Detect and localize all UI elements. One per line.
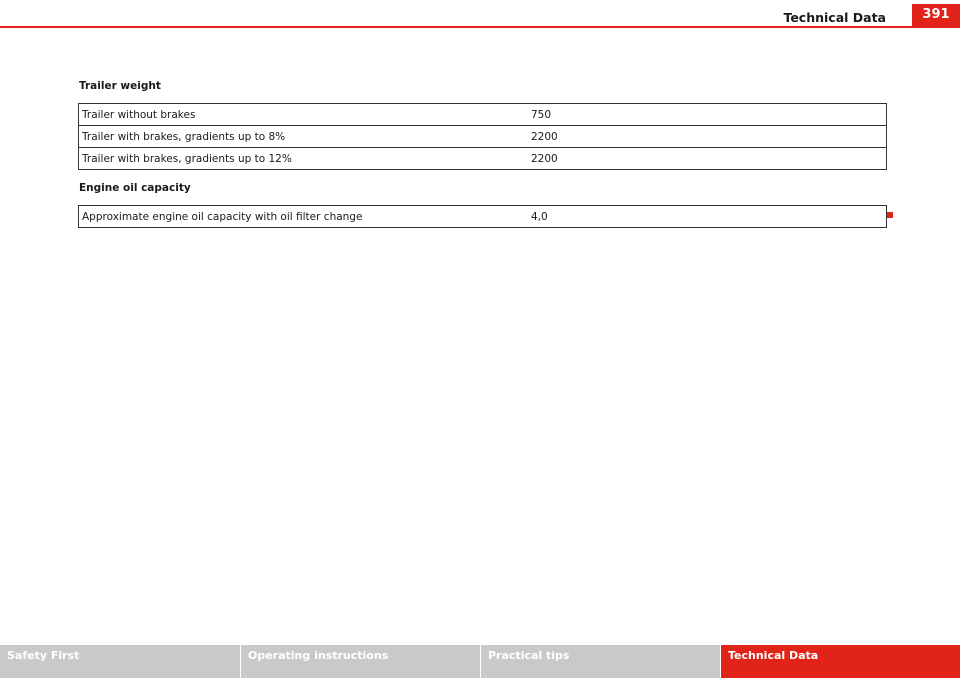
row-label: Approximate engine oil capacity with oil…: [78, 205, 527, 228]
section-end-marker: [887, 212, 893, 218]
page-header: Technical Data 391: [0, 0, 960, 28]
row-value: 4,0: [527, 205, 887, 228]
trailer-weight-table: Trailer without brakes 750 Trailer with …: [78, 103, 887, 170]
footer-tab-safety-first[interactable]: Safety First: [0, 645, 241, 678]
table-row: Approximate engine oil capacity with oil…: [78, 205, 887, 228]
engine-oil-table: Approximate engine oil capacity with oil…: [78, 205, 887, 228]
section-heading-engine-oil: Engine oil capacity: [79, 182, 191, 194]
page-number: 391: [912, 4, 960, 26]
footer-tab-practical-tips[interactable]: Practical tips: [481, 645, 721, 678]
table-row: Trailer with brakes, gradients up to 12%…: [78, 147, 887, 170]
chapter-title: Technical Data: [783, 10, 886, 25]
footer-tab-technical-data[interactable]: Technical Data: [721, 645, 960, 678]
row-label: Trailer with brakes, gradients up to 12%: [78, 147, 527, 170]
section-heading-trailer-weight: Trailer weight: [79, 80, 161, 92]
row-value: 2200: [527, 125, 887, 148]
row-value: 750: [527, 103, 887, 126]
row-label: Trailer with brakes, gradients up to 8%: [78, 125, 527, 148]
row-value: 2200: [527, 147, 887, 170]
footer-tab-operating-instructions[interactable]: Operating instructions: [241, 645, 481, 678]
table-row: Trailer without brakes 750: [78, 103, 887, 126]
row-label: Trailer without brakes: [78, 103, 527, 126]
table-row: Trailer with brakes, gradients up to 8% …: [78, 125, 887, 148]
footer-nav: Safety First Operating instructions Prac…: [0, 645, 960, 678]
